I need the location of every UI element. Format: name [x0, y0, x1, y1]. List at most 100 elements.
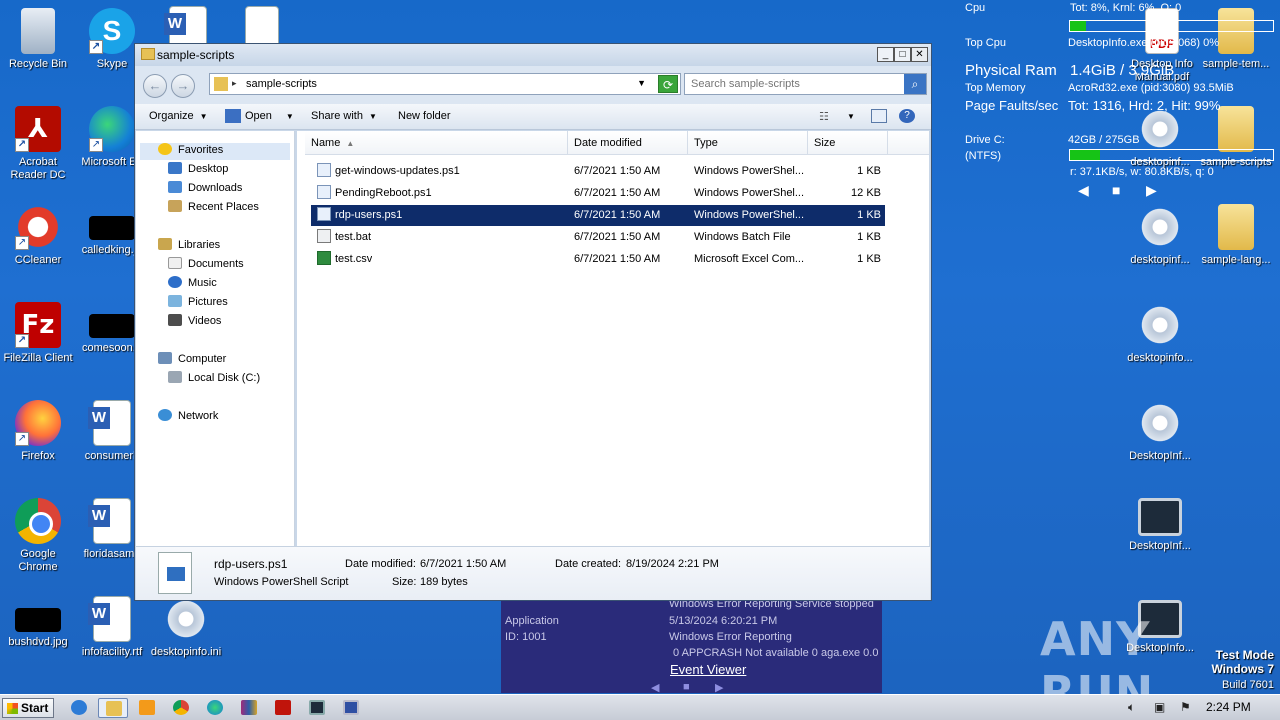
- stop-icon[interactable]: ■: [1112, 182, 1120, 198]
- details-size-label: Size:: [392, 576, 417, 588]
- view-icon[interactable]: ☷: [819, 110, 829, 123]
- powershell-file-icon: [158, 552, 192, 594]
- winrar-icon: [241, 700, 257, 715]
- taskbar-edge[interactable]: [200, 698, 230, 718]
- desktop-icon-desktopinfo-2[interactable]: desktopinf...: [1122, 204, 1198, 267]
- forward-button[interactable]: →: [171, 74, 195, 98]
- nav-label: Network: [178, 410, 219, 422]
- taskbar-acrobat[interactable]: [268, 698, 298, 718]
- clock[interactable]: 2:24 PM: [1206, 700, 1251, 714]
- nav-documents[interactable]: Documents: [168, 257, 244, 274]
- nav-network[interactable]: Network: [158, 409, 218, 426]
- taskbar-ie[interactable]: [64, 698, 94, 718]
- stop-icon[interactable]: ■: [683, 681, 690, 693]
- breadcrumb[interactable]: sample-scripts: [246, 78, 317, 90]
- column-type[interactable]: Type: [688, 131, 808, 155]
- powershell-file-icon: [317, 207, 331, 221]
- title-bar[interactable]: sample-scripts _ □ ✕: [135, 44, 931, 66]
- nav-videos[interactable]: Videos: [168, 314, 221, 331]
- prev-icon[interactable]: ◀: [1078, 182, 1089, 199]
- maximize-button[interactable]: □: [894, 47, 911, 62]
- desktop-icon-desktopinfo-4[interactable]: DesktopInf...: [1122, 400, 1198, 463]
- ccleaner-icon: ↗: [15, 204, 61, 250]
- taskbar-chrome[interactable]: [166, 698, 196, 718]
- top-cpu-value: DesktopInfo.exe (pid:3068) 0%: [1068, 37, 1220, 49]
- search-input[interactable]: [685, 74, 901, 94]
- column-date[interactable]: Date modified: [568, 131, 688, 155]
- start-button[interactable]: Start: [2, 698, 54, 718]
- volume-icon[interactable]: 🔈︎: [1128, 700, 1135, 715]
- preview-pane-icon[interactable]: [871, 109, 887, 123]
- new-folder-button[interactable]: New folder: [398, 110, 451, 122]
- desktop-icon-label: infofacility.rtf: [81, 646, 143, 658]
- search-icon[interactable]: ⌕: [904, 74, 926, 94]
- drive-filesystem: (NTFS): [965, 150, 1002, 162]
- address-row: ← → ▸ sample-scripts ▼ ⟳ ⌕: [135, 66, 931, 104]
- taskbar-app[interactable]: [336, 698, 366, 718]
- chevron-down-icon[interactable]: ▼: [637, 78, 646, 88]
- nav-computer[interactable]: Computer: [158, 352, 226, 369]
- nav-downloads[interactable]: Downloads: [168, 181, 242, 198]
- taskbar-desktopinfo[interactable]: [302, 698, 332, 718]
- back-button[interactable]: ←: [143, 74, 167, 98]
- table-row[interactable]: test.csv 6/7/2021 1:50 AM Microsoft Exce…: [311, 249, 885, 270]
- taskbar-media-player[interactable]: [132, 698, 162, 718]
- cpu-value: Tot: 8%, Krnl: 6%, Q: 0: [1070, 2, 1182, 14]
- taskbar-winrar[interactable]: [234, 698, 264, 718]
- taskbar-explorer[interactable]: [98, 698, 128, 718]
- desktop-icon-chrome[interactable]: Google Chrome: [0, 498, 76, 574]
- organize-button[interactable]: Organize ▼: [149, 110, 208, 122]
- open-button[interactable]: Open ▼: [245, 110, 294, 122]
- nav-libraries[interactable]: Libraries: [158, 238, 220, 255]
- desktop-icon-desktopinfo-ini[interactable]: desktopinfo.ini: [148, 596, 224, 659]
- details-created-label: Date created:: [555, 558, 622, 570]
- file-size: 1 KB: [857, 165, 881, 177]
- flag-icon[interactable]: ⚑: [1180, 700, 1191, 714]
- table-row[interactable]: PendingReboot.ps1 6/7/2021 1:50 AM Windo…: [311, 183, 885, 204]
- nav-desktop[interactable]: Desktop: [168, 162, 228, 179]
- close-button[interactable]: ✕: [911, 47, 928, 62]
- desktop-icon-bushdvd[interactable]: bushdvd.jpg: [0, 596, 76, 649]
- minimize-button[interactable]: _: [877, 47, 894, 62]
- nav-local-disk[interactable]: Local Disk (C:): [168, 371, 260, 388]
- nav-label: Downloads: [188, 182, 243, 194]
- firefox-icon: ↗: [15, 400, 61, 446]
- desktop-icon-firefox[interactable]: ↗ Firefox: [0, 400, 76, 463]
- file-list: Name ▲ Date modified Type Size get-window…: [297, 131, 929, 546]
- address-bar[interactable]: ▸ sample-scripts ▼: [209, 73, 681, 95]
- desktop-icon-infofacility[interactable]: infofacility.rtf: [74, 596, 150, 659]
- desktop-icon-desktopinfo-5[interactable]: DesktopInf...: [1122, 498, 1198, 553]
- table-row[interactable]: test.bat 6/7/2021 1:50 AM Windows Batch …: [311, 227, 885, 248]
- folder-icon: [106, 701, 122, 716]
- next-icon[interactable]: ▶: [1146, 182, 1157, 199]
- breadcrumb-arrow-icon[interactable]: ▸: [232, 78, 237, 89]
- desktop-icon-recycle-bin[interactable]: Recycle Bin: [0, 8, 76, 71]
- refresh-button[interactable]: ⟳: [658, 75, 678, 93]
- nav-music[interactable]: Music: [168, 276, 217, 293]
- network-tray-icon[interactable]: ▣: [1154, 700, 1165, 714]
- desktop-icon-label: DesktopInf...: [1129, 450, 1191, 462]
- table-row-selected[interactable]: rdp-users.ps1 6/7/2021 1:50 AM Windows P…: [311, 205, 885, 226]
- nav-recent-places[interactable]: Recent Places: [168, 200, 259, 217]
- column-size[interactable]: Size: [808, 131, 888, 155]
- desktop-icon-acrobat[interactable]: ⅄ ↗ Acrobat Reader DC: [0, 106, 76, 182]
- gear-icon: [1137, 302, 1183, 348]
- nav-favorites[interactable]: Favorites: [140, 143, 290, 160]
- share-with-button[interactable]: Share with ▼: [311, 110, 377, 122]
- chevron-down-icon[interactable]: ▼: [847, 112, 855, 121]
- details-created: 8/19/2024 2:21 PM: [626, 558, 719, 570]
- help-icon[interactable]: ?: [899, 109, 915, 123]
- command-bar: Organize ▼ Open ▼ Share with ▼ New folder ☷…: [135, 104, 931, 130]
- desktop-icon-ccleaner[interactable]: ↗ CCleaner: [0, 204, 76, 267]
- prev-icon[interactable]: ◀: [651, 681, 659, 694]
- column-name[interactable]: Name ▲: [305, 131, 568, 155]
- image-icon: [15, 608, 61, 632]
- desktop-icon-sample-lang[interactable]: sample-lang...: [1198, 204, 1274, 267]
- event-viewer-link[interactable]: Event Viewer: [670, 662, 746, 677]
- nav-pictures[interactable]: Pictures: [168, 295, 228, 312]
- desktop-icon-filezilla[interactable]: Fz ↗ FileZilla Client: [0, 302, 76, 365]
- table-row[interactable]: get-windows-updates.ps1 6/7/2021 1:50 AM…: [311, 161, 885, 182]
- nav-label: Recent Places: [188, 201, 259, 213]
- next-icon[interactable]: ▶: [715, 681, 723, 694]
- desktop-icon-desktopinfo-3[interactable]: desktopinfo...: [1122, 302, 1198, 365]
